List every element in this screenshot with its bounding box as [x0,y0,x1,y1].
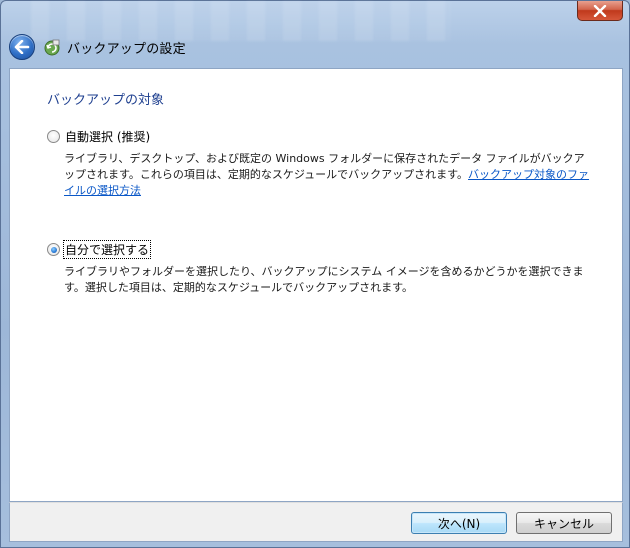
content-area: バックアップの対象 自動選択 (推奨) ライブラリ、デスクトップ、および既定の … [9,68,623,502]
close-icon [593,4,607,17]
option-automatic-description: ライブラリ、デスクトップ、および既定の Windows フォルダーに保存されたデ… [64,152,590,197]
backup-icon [44,39,60,56]
close-button[interactable] [577,1,623,21]
section-title: バックアップの対象 [47,93,165,108]
option-manual-label[interactable]: 自分で選択する [62,240,152,259]
back-button[interactable] [9,34,35,60]
option-manual-description: ライブラリやフォルダーを選択したり、バックアップにシステム イメージを含めるかど… [64,265,584,294]
window-title: バックアップの設定 [67,41,186,57]
next-button[interactable]: 次へ(N) [411,512,507,534]
option-automatic-label[interactable]: 自動選択 (推奨) [64,128,151,145]
back-arrow-icon [14,40,30,54]
cancel-button[interactable]: キャンセル [516,512,612,534]
radio-manual[interactable] [47,243,60,256]
button-strip: 次へ(N) キャンセル [9,502,623,542]
window-frame: バックアップの設定 バックアップの対象 自動選択 (推奨) ライブラリ、デスクト… [0,0,630,548]
option-manual: 自分で選択する ライブラリやフォルダーを選択したり、バックアップにシステム イメ… [47,240,594,296]
radio-automatic[interactable] [47,130,60,143]
option-automatic: 自動選択 (推奨) ライブラリ、デスクトップ、および既定の Windows フォ… [47,128,594,199]
title-bar: バックアップの設定 [9,33,621,61]
